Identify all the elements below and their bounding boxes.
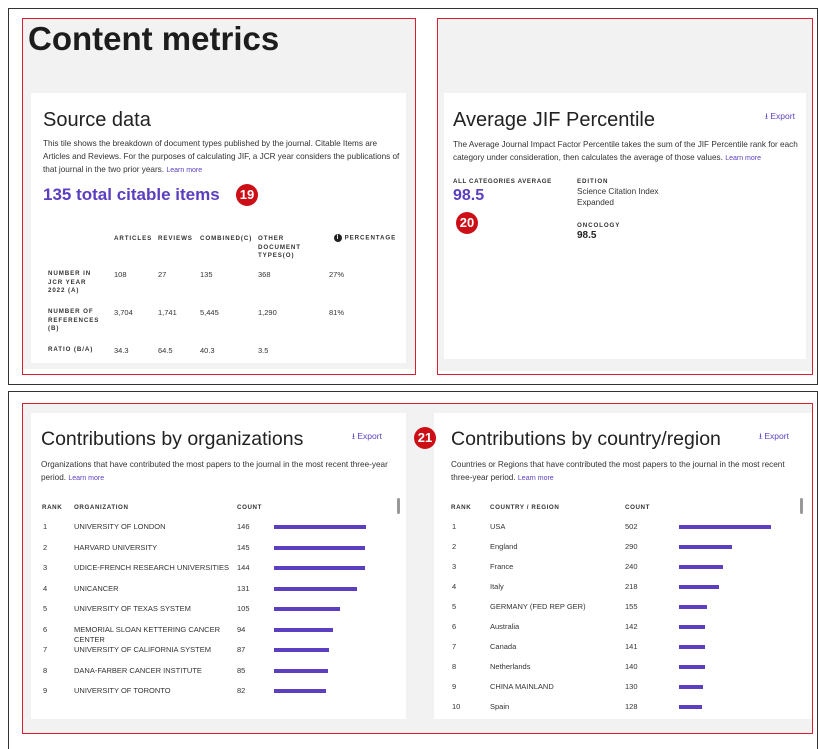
- highlight-box: [22, 403, 813, 734]
- annotation-badge-19: 19: [236, 184, 258, 206]
- highlight-box: [437, 18, 813, 375]
- annotation-badge-20: 20: [456, 212, 478, 234]
- annotation-badge-21: 21: [414, 427, 436, 449]
- highlight-box: [22, 18, 416, 375]
